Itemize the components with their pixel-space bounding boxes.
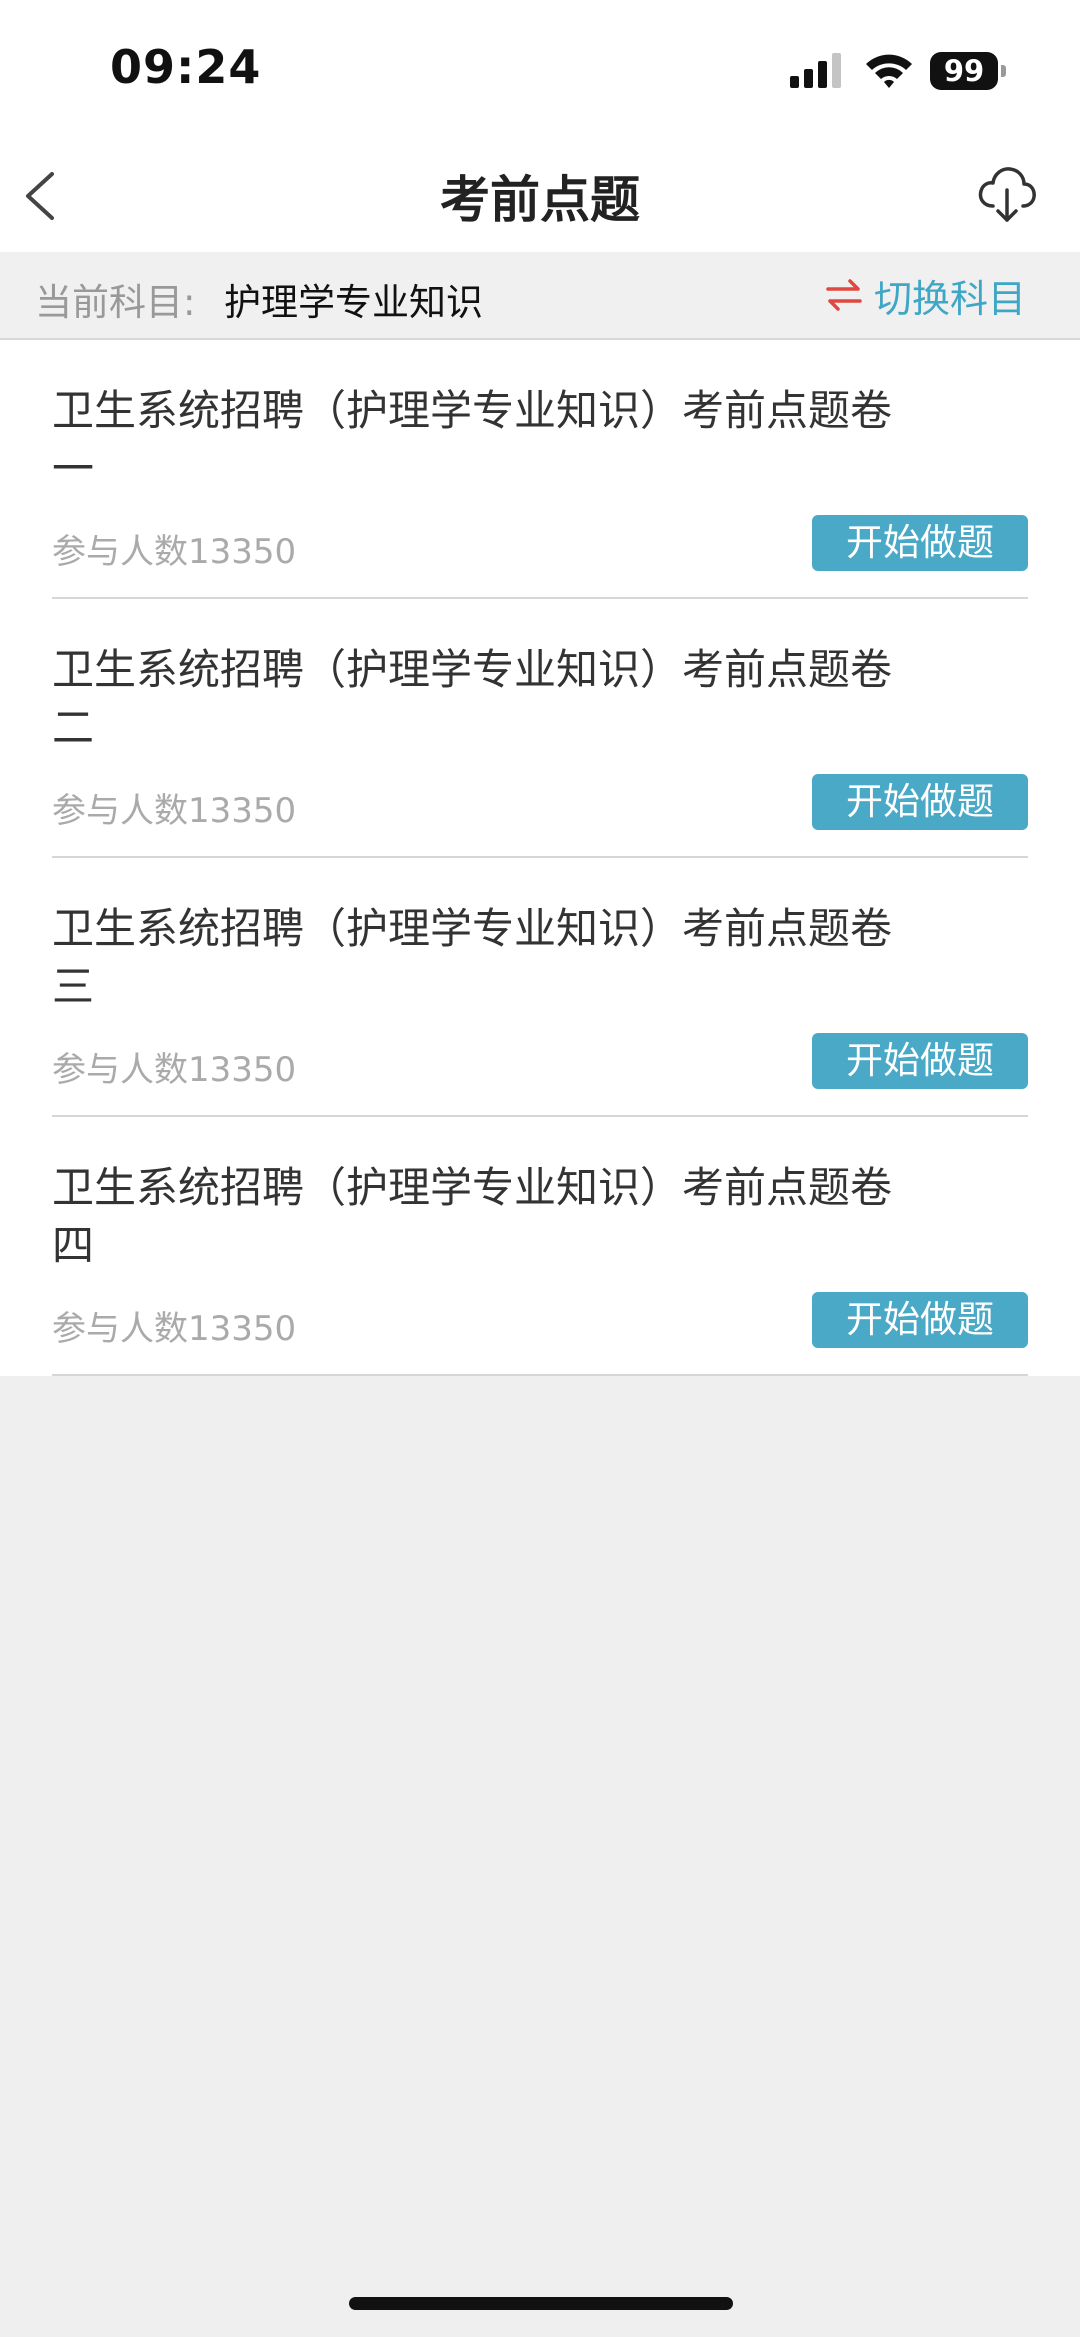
subject-bar: 当前科目: 护理学专业知识 切换科目 (0, 252, 1080, 340)
participant-count: 参与人数13350 (52, 1309, 297, 1349)
paper-title: 卫生系统招聘（护理学专业知识）考前点题卷一 (52, 386, 893, 493)
participant-count: 参与人数13350 (52, 532, 297, 572)
subject-value: 护理学专业知识 (224, 281, 483, 324)
start-quiz-button[interactable]: 开始做题 (812, 515, 1028, 571)
paper-title: 卫生系统招聘（护理学专业知识）考前点题卷二 (52, 645, 893, 752)
participant-count: 参与人数13350 (52, 791, 297, 831)
list-item[interactable]: 卫生系统招聘（护理学专业知识）考前点题卷二 参与人数13350 开始做题 (0, 599, 1080, 858)
start-quiz-button[interactable]: 开始做题 (812, 1033, 1028, 1089)
switch-subject-label: 切换科目 (873, 276, 1026, 321)
start-quiz-button[interactable]: 开始做题 (812, 774, 1028, 830)
list-item[interactable]: 卫生系统招聘（护理学专业知识）考前点题卷一 参与人数13350 开始做题 (0, 340, 1080, 599)
participant-count: 参与人数13350 (52, 1050, 297, 1090)
battery-indicator: 99 (930, 52, 1006, 90)
wifi-icon (866, 54, 912, 88)
paper-title: 卫生系统招聘（护理学专业知识）考前点题卷三 (52, 904, 893, 1011)
list-item[interactable]: 卫生系统招聘（护理学专业知识）考前点题卷四 参与人数13350 开始做题 (0, 1117, 1080, 1376)
cellular-signal-icon (790, 53, 841, 88)
nav-bar: 考前点题 (0, 140, 1080, 252)
page-title: 考前点题 (440, 171, 640, 229)
cloud-download-icon[interactable] (975, 162, 1039, 226)
subject-label: 当前科目: (35, 281, 196, 324)
paper-title: 卫生系统招聘（护理学专业知识）考前点题卷四 (52, 1163, 893, 1270)
switch-subject-button[interactable]: 切换科目 (826, 270, 1026, 321)
start-quiz-button[interactable]: 开始做题 (812, 1292, 1028, 1348)
paper-list: 卫生系统招聘（护理学专业知识）考前点题卷一 参与人数13350 开始做题 卫生系… (0, 340, 1080, 1376)
status-time: 09:24 (110, 40, 262, 94)
divider (52, 1374, 1028, 1376)
battery-tip (1001, 65, 1006, 77)
battery-level: 99 (930, 52, 998, 90)
list-item[interactable]: 卫生系统招聘（护理学专业知识）考前点题卷三 参与人数13350 开始做题 (0, 858, 1080, 1117)
swap-arrows-icon (826, 279, 862, 311)
status-bar: 09:24 99 (0, 0, 1080, 140)
home-indicator[interactable] (349, 2297, 733, 2310)
